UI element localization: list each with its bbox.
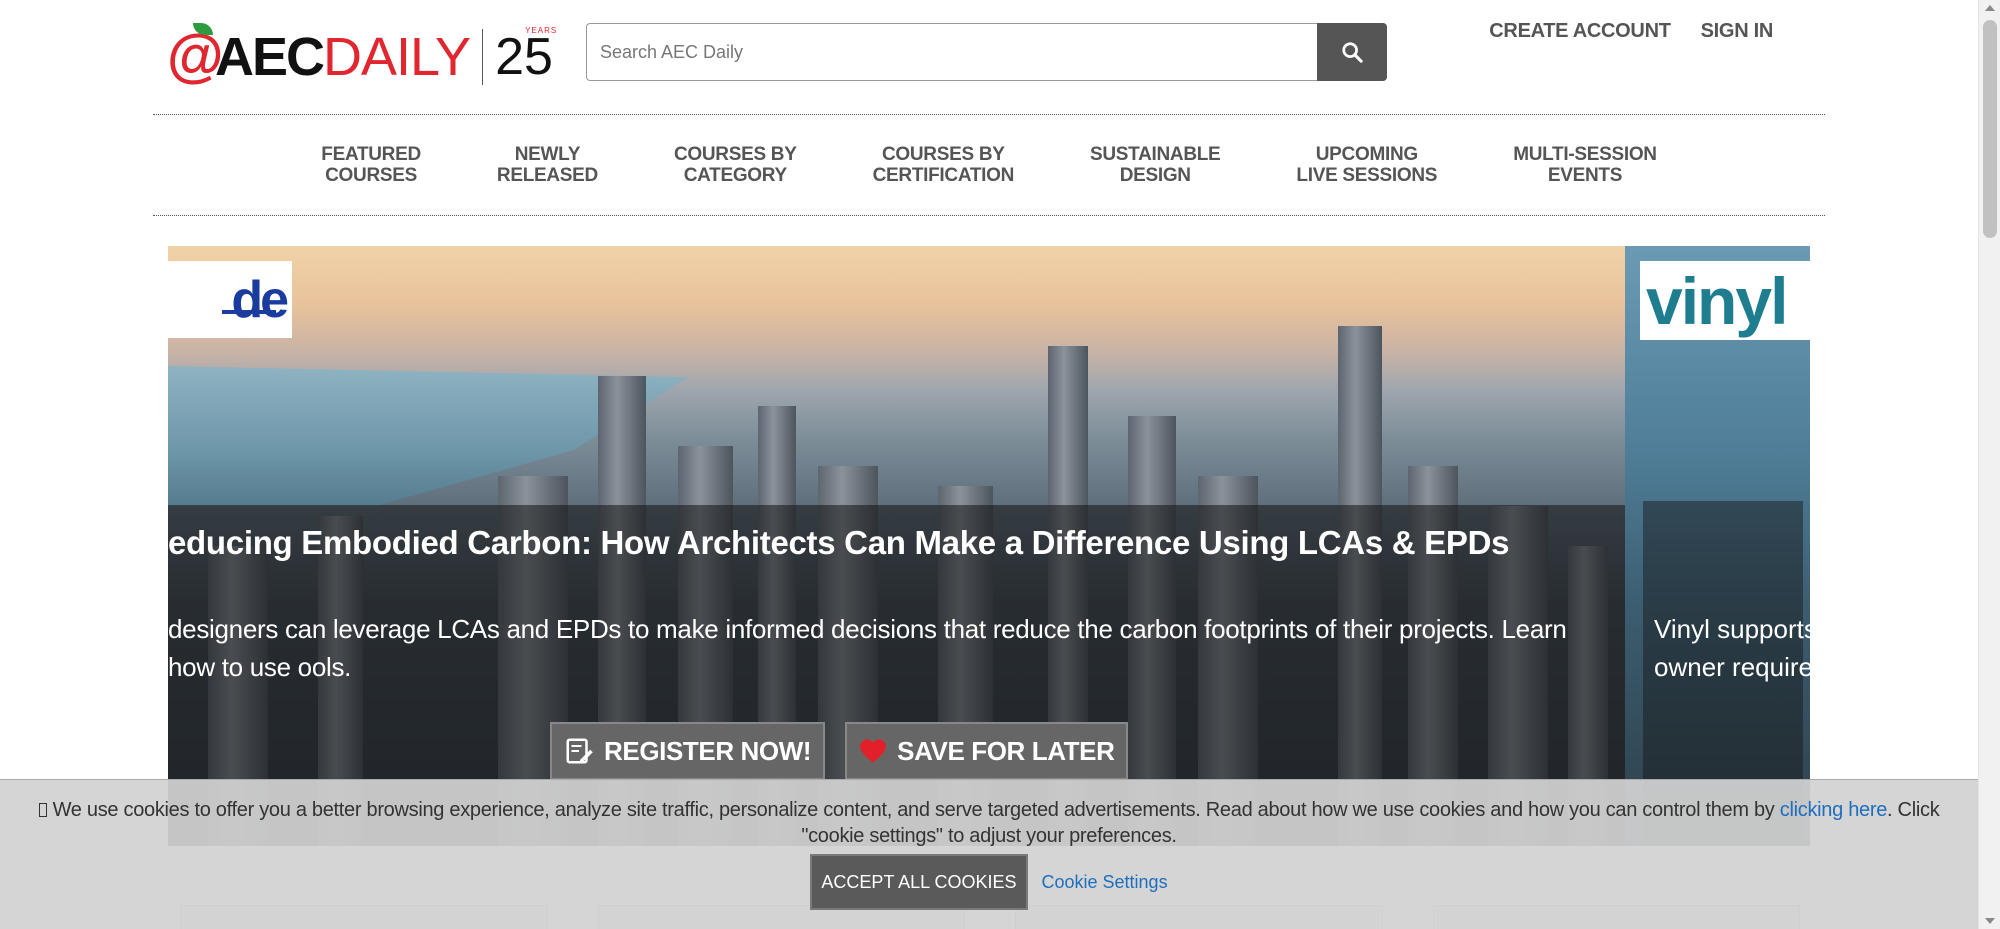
cookie-actions: ACCEPT ALL COOKIES Cookie Settings xyxy=(0,854,1978,910)
logo-years-label: YEARS xyxy=(525,26,558,35)
sponsor-badge: de xyxy=(168,261,292,338)
nav-sustainable-design[interactable]: SUSTAINABLE DESIGN xyxy=(1052,144,1258,186)
page-scrollbar[interactable] xyxy=(1978,0,2000,929)
nav-featured-courses[interactable]: FEATURED COURSES xyxy=(283,144,459,186)
nav-newly-released[interactable]: NEWLY RELEASED xyxy=(459,144,636,186)
cookie-banner: We use cookies to offer you a better bro… xyxy=(0,779,1978,929)
logo-at: @ xyxy=(167,23,224,88)
vinyl-sponsor-badge: vinyl xyxy=(1640,261,1810,340)
save-for-later-button[interactable]: SAVE FOR LATER xyxy=(845,722,1129,780)
search-bar xyxy=(586,23,1387,81)
search-icon xyxy=(1342,42,1363,63)
account-links: CREATE ACCOUNT SIGN IN xyxy=(1489,20,1773,43)
carousel-slide-next[interactable]: vinyl Vinyl supports owner requiren xyxy=(1625,246,1810,846)
logo-aec: AEC xyxy=(215,27,325,87)
search-button[interactable] xyxy=(1317,23,1387,81)
slide-description: designers can leverage LCAs and EPDs to … xyxy=(168,614,1567,682)
sign-in-link[interactable]: SIGN IN xyxy=(1701,20,1774,43)
logo-anniversary: 25 YEARS xyxy=(495,27,556,86)
aecdaily-logo[interactable]: @ AEC DAILY 25 YEARS xyxy=(167,22,556,92)
nav-multi-session-events[interactable]: MULTI-SESSION EVENTS xyxy=(1475,144,1695,186)
logo-anniversary-number: 25 xyxy=(495,28,553,86)
nav-upcoming-live-sessions[interactable]: UPCOMING LIVE SESSIONS xyxy=(1258,144,1475,186)
cookie-settings-link[interactable]: Cookie Settings xyxy=(1042,872,1168,893)
cookie-message: We use cookies to offer you a better bro… xyxy=(19,797,1959,849)
register-icon xyxy=(566,738,593,764)
cookie-policy-link[interactable]: clicking here xyxy=(1780,799,1888,821)
accept-all-cookies-button[interactable]: ACCEPT ALL COOKIES xyxy=(810,854,1028,910)
nav-courses-by-category[interactable]: COURSES BY CATEGORY xyxy=(636,144,835,186)
slide-actions: REGISTER NOW! SAVE FOR LATER xyxy=(550,722,1129,780)
logo-divider xyxy=(482,29,484,85)
hero-carousel: de educing Embodied Carbon: How Architec… xyxy=(168,246,1810,846)
next-slide-description-line1: Vinyl supports xyxy=(1654,614,1810,644)
scroll-down-arrow-icon[interactable] xyxy=(1985,918,1995,924)
slide-title[interactable]: educing Embodied Carbon: How Architects … xyxy=(168,524,1509,562)
site-header: @ AEC DAILY 25 YEARS CREATE ACCOUNT SIGN… xyxy=(0,0,1978,115)
main-nav: FEATURED COURSES NEWLY RELEASED COURSES … xyxy=(153,114,1825,216)
sponsor-badge-underline xyxy=(222,310,276,314)
cookie-text-before: We use cookies to offer you a better bro… xyxy=(52,799,1780,821)
carousel-slide-current[interactable]: de educing Embodied Carbon: How Architec… xyxy=(168,246,1625,846)
cookie-icon xyxy=(38,803,47,817)
vinyl-badge-text: vinyl xyxy=(1646,263,1788,338)
heart-icon xyxy=(860,739,886,763)
register-now-label: REGISTER NOW! xyxy=(604,735,812,766)
register-now-button[interactable]: REGISTER NOW! xyxy=(550,722,826,780)
save-for-later-label: SAVE FOR LATER xyxy=(897,735,1115,766)
next-slide-description: Vinyl supports owner requiren xyxy=(1654,610,1810,686)
scrollbar-thumb[interactable] xyxy=(1983,20,1997,238)
scroll-up-arrow-icon[interactable] xyxy=(1985,5,1995,11)
next-slide-description-line2: owner requiren xyxy=(1654,652,1810,682)
create-account-link[interactable]: CREATE ACCOUNT xyxy=(1489,20,1671,43)
apple-logo-icon: @ xyxy=(167,23,224,87)
sponsor-badge-text: de xyxy=(231,270,289,329)
search-input[interactable] xyxy=(586,23,1317,81)
nav-courses-by-certification[interactable]: COURSES BY CERTIFICATION xyxy=(835,144,1052,186)
logo-daily: DAILY xyxy=(323,27,471,87)
